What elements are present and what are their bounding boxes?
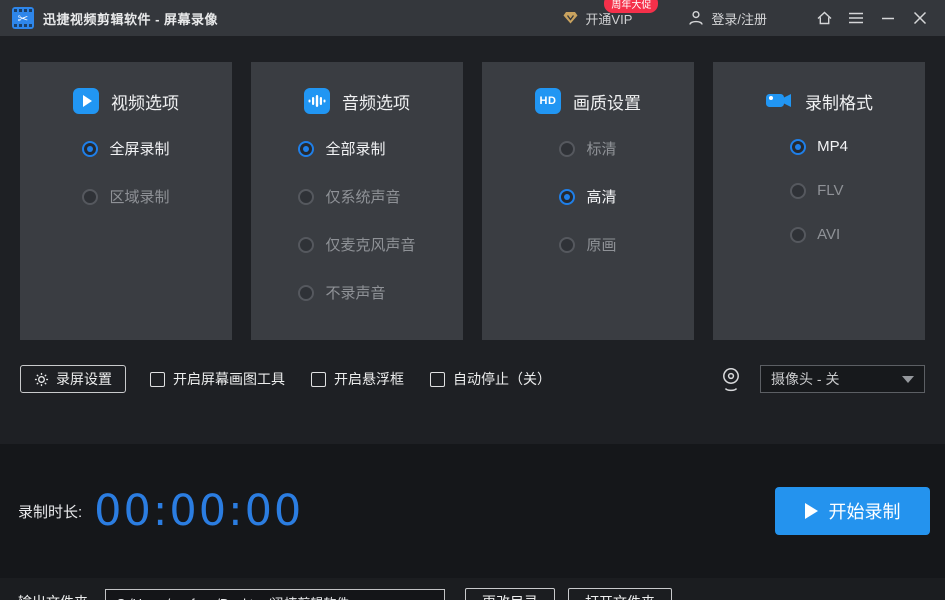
hamburger-menu-icon xyxy=(848,11,864,25)
radio-format-avi[interactable]: AVI xyxy=(790,226,848,243)
toolbar: 录屏设置 开启屏幕画图工具 开启悬浮框 自动停止（关） xyxy=(20,364,925,394)
radio-icon xyxy=(298,189,314,205)
close-icon xyxy=(913,11,927,25)
checkbox-auto-stop[interactable]: 自动停止（关） xyxy=(430,369,551,389)
radio-region-record[interactable]: 区域录制 xyxy=(82,186,169,207)
radio-format-mp4[interactable]: MP4 xyxy=(790,138,848,155)
panel-title: 录制格式 xyxy=(805,89,873,114)
camera-select-value: 摄像头 - 关 xyxy=(771,369,839,389)
user-icon xyxy=(688,10,704,26)
main-area: 视频选项 全屏录制 区域录制 xyxy=(0,62,945,444)
audio-wave-icon xyxy=(304,88,330,114)
panel-title: 音频选项 xyxy=(342,89,410,114)
radio-high-quality[interactable]: 高清 xyxy=(559,186,616,207)
app-logo-icon: ✂ xyxy=(12,7,34,29)
camcorder-icon xyxy=(765,88,793,114)
panel-title: 视频选项 xyxy=(111,89,179,114)
radio-icon xyxy=(82,141,98,157)
record-settings-button[interactable]: 录屏设置 xyxy=(20,365,126,393)
radio-format-flv[interactable]: FLV xyxy=(790,182,848,199)
start-record-label: 开始录制 xyxy=(829,498,901,524)
start-record-button[interactable]: 开始录制 xyxy=(775,487,930,535)
login-label: 登录/注册 xyxy=(711,9,767,28)
panel-video-options: 视频选项 全屏录制 区域录制 xyxy=(20,62,232,340)
radio-icon xyxy=(298,285,314,301)
minimize-icon xyxy=(881,11,895,25)
home-button[interactable] xyxy=(811,5,837,31)
panel-audio-options: 音频选项 全部录制 仅系统声音 仅麦克风声音 不录声音 xyxy=(251,62,463,340)
checkbox-icon xyxy=(430,372,445,387)
panel-quality-settings: HD 画质设置 标清 高清 原画 xyxy=(482,62,694,340)
radio-icon xyxy=(790,139,806,155)
close-button[interactable] xyxy=(907,5,933,31)
radio-icon xyxy=(559,141,575,157)
checkbox-floating-bar[interactable]: 开启悬浮框 xyxy=(311,369,404,389)
webcam-icon[interactable] xyxy=(719,366,743,393)
titlebar: ✂ 迅捷视频剪辑软件 - 屏幕录像 开通VIP 周年大促 登录/注册 xyxy=(0,0,945,36)
output-folder-label: 输出文件夹 xyxy=(18,592,88,600)
radio-icon xyxy=(790,227,806,243)
scissors-glyph: ✂ xyxy=(18,12,29,25)
panel-record-format: 录制格式 MP4 FLV AVI xyxy=(713,62,925,340)
record-settings-label: 录屏设置 xyxy=(56,369,112,389)
radio-icon xyxy=(298,141,314,157)
duration-label: 录制时长: xyxy=(18,501,82,522)
checkbox-icon xyxy=(150,372,165,387)
radio-system-sound-only[interactable]: 仅系统声音 xyxy=(298,186,415,207)
change-directory-button[interactable]: 更改目录 xyxy=(465,588,555,600)
radio-no-audio[interactable]: 不录声音 xyxy=(298,282,415,303)
output-path-input[interactable] xyxy=(105,589,445,600)
window-title: 迅捷视频剪辑软件 - 屏幕录像 xyxy=(43,9,218,28)
menu-button[interactable] xyxy=(843,5,869,31)
radio-fullscreen-record[interactable]: 全屏录制 xyxy=(82,138,169,159)
panel-title: 画质设置 xyxy=(573,89,641,114)
vip-diamond-icon xyxy=(562,10,579,26)
play-triangle-icon xyxy=(805,503,818,519)
radio-icon xyxy=(559,189,575,205)
hd-icon: HD xyxy=(535,88,561,114)
play-icon xyxy=(73,88,99,114)
duration-value: 00:00:00 xyxy=(94,486,303,536)
recording-strip: 录制时长: 00:00:00 开始录制 xyxy=(0,444,945,578)
chevron-down-icon xyxy=(902,376,914,383)
gear-icon xyxy=(34,372,49,387)
checkbox-screen-draw-tool[interactable]: 开启屏幕画图工具 xyxy=(150,369,285,389)
open-vip-button[interactable]: 开通VIP 周年大促 xyxy=(562,9,632,28)
radio-icon xyxy=(298,237,314,253)
home-icon xyxy=(816,10,833,26)
radio-icon xyxy=(82,189,98,205)
radio-mic-only[interactable]: 仅麦克风声音 xyxy=(298,234,415,255)
checkbox-icon xyxy=(311,372,326,387)
open-folder-button[interactable]: 打开文件夹 xyxy=(568,588,672,600)
radio-record-all-audio[interactable]: 全部录制 xyxy=(298,138,415,159)
camera-select-dropdown[interactable]: 摄像头 - 关 xyxy=(760,365,925,393)
output-strip: 输出文件夹 更改目录 打开文件夹 xyxy=(0,578,945,600)
login-button[interactable]: 登录/注册 xyxy=(688,9,767,28)
minimize-button[interactable] xyxy=(875,5,901,31)
option-panels: 视频选项 全屏录制 区域录制 xyxy=(20,62,925,340)
promo-badge: 周年大促 xyxy=(604,0,658,13)
radio-icon xyxy=(559,237,575,253)
radio-icon xyxy=(790,183,806,199)
radio-original-quality[interactable]: 原画 xyxy=(559,234,616,255)
radio-standard-quality[interactable]: 标清 xyxy=(559,138,616,159)
